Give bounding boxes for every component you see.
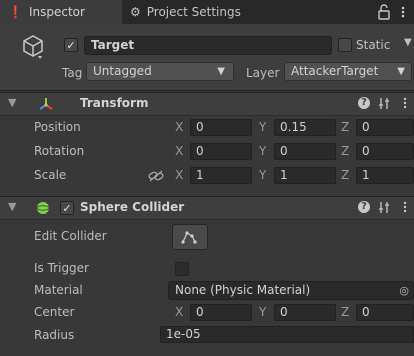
- transform-header[interactable]: ▼ Transform ?: [0, 92, 414, 116]
- tag-label: Tag: [62, 66, 83, 80]
- axis-y-label[interactable]: Y: [259, 305, 266, 319]
- rotation-label[interactable]: Rotation: [34, 144, 84, 158]
- menu-dots-icon[interactable]: [402, 200, 408, 214]
- center-x-field[interactable]: 0: [190, 304, 252, 321]
- position-y-field[interactable]: 0.15: [274, 119, 336, 136]
- transform-scale-row: Scale X 1 Y 1 Z 1: [0, 166, 414, 186]
- center-y-field[interactable]: 0: [274, 304, 336, 321]
- foldout-arrow-icon[interactable]: ▼: [8, 96, 16, 109]
- edit-collider-label: Edit Collider: [34, 229, 107, 243]
- foldout-arrow-icon[interactable]: ▼: [8, 200, 16, 213]
- help-icon[interactable]: ?: [358, 97, 370, 109]
- chevron-down-icon: ▼: [397, 66, 405, 77]
- is-trigger-checkbox[interactable]: [175, 262, 189, 276]
- edit-collider-button[interactable]: [172, 224, 208, 250]
- object-header: ✓ Target Static ▼ Tag Untagged ▼ Layer A…: [0, 24, 414, 91]
- object-name-field[interactable]: Target: [84, 36, 332, 55]
- axis-z-label[interactable]: Z: [341, 144, 349, 158]
- transform-title: Transform: [80, 96, 149, 110]
- axis-z-label[interactable]: Z: [341, 120, 349, 134]
- help-icon[interactable]: ?: [358, 201, 370, 213]
- sphere-collider-title: Sphere Collider: [80, 200, 185, 214]
- gear-icon: ⚙: [130, 5, 141, 19]
- lock-icon[interactable]: [378, 4, 390, 20]
- material-field[interactable]: None (Physic Material) ◎: [168, 281, 414, 300]
- layer-dropdown[interactable]: AttackerTarget ▼: [284, 62, 412, 81]
- axis-y-label[interactable]: Y: [259, 144, 266, 158]
- static-label: Static: [356, 38, 391, 52]
- menu-dots-icon[interactable]: [400, 4, 406, 20]
- axis-y-label[interactable]: Y: [259, 168, 266, 182]
- static-checkbox[interactable]: [338, 38, 352, 52]
- scale-y-field[interactable]: 1: [274, 167, 336, 184]
- sphere-collider-header[interactable]: ▼ ✓ Sphere Collider ?: [0, 196, 414, 220]
- tab-project-settings-label: Project Settings: [146, 5, 241, 19]
- scale-label[interactable]: Scale: [34, 168, 66, 182]
- scale-z-field[interactable]: 1: [356, 167, 414, 184]
- link-icon[interactable]: [148, 169, 164, 183]
- axis-z-label[interactable]: Z: [341, 168, 349, 182]
- sliders-icon[interactable]: [378, 201, 390, 214]
- axis-y-label[interactable]: Y: [259, 120, 266, 134]
- rotation-y-field[interactable]: 0: [274, 143, 336, 160]
- axis-x-label[interactable]: X: [175, 168, 183, 182]
- tag-dropdown[interactable]: Untagged ▼: [86, 62, 234, 81]
- chevron-down-icon: ▼: [217, 66, 225, 77]
- object-name-value: Target: [91, 38, 135, 52]
- center-row: Center X 0 Y 0 Z 0: [0, 303, 414, 323]
- cube-icon: [22, 34, 44, 60]
- axis-x-label[interactable]: X: [175, 120, 183, 134]
- tag-value: Untagged: [93, 64, 152, 78]
- scale-x-field[interactable]: 1: [190, 167, 252, 184]
- material-label: Material: [34, 283, 83, 297]
- center-label[interactable]: Center: [34, 305, 74, 319]
- edit-collider-icon: [181, 231, 197, 244]
- info-icon: ❗: [8, 5, 23, 19]
- radius-field[interactable]: 1e-05: [160, 326, 414, 343]
- object-picker-icon[interactable]: ◎: [399, 282, 409, 299]
- tab-inspector-label: Inspector: [28, 5, 85, 19]
- layer-label: Layer: [246, 66, 280, 80]
- rotation-x-field[interactable]: 0: [190, 143, 252, 160]
- component-enabled-checkbox[interactable]: ✓: [60, 201, 74, 215]
- rotation-z-field[interactable]: 0: [356, 143, 414, 160]
- radius-label[interactable]: Radius: [34, 328, 74, 342]
- position-label[interactable]: Position: [34, 120, 81, 134]
- tab-inspector[interactable]: ❗ Inspector: [0, 0, 122, 24]
- layer-value: AttackerTarget: [291, 64, 379, 78]
- menu-dots-icon[interactable]: [402, 96, 408, 110]
- material-value: None (Physic Material): [175, 283, 311, 297]
- axis-x-label[interactable]: X: [175, 144, 183, 158]
- position-z-field[interactable]: 0: [356, 119, 414, 136]
- active-checkbox[interactable]: ✓: [64, 38, 78, 52]
- axis-x-label[interactable]: X: [175, 305, 183, 319]
- tab-project-settings[interactable]: ⚙ Project Settings: [122, 0, 272, 24]
- sphere-icon: [36, 201, 50, 215]
- transform-rotation-row: Rotation X 0 Y 0 Z 0: [0, 142, 414, 162]
- is-trigger-label: Is Trigger: [34, 261, 89, 275]
- position-x-field[interactable]: 0: [190, 119, 252, 136]
- sliders-icon[interactable]: [378, 97, 390, 110]
- static-dropdown-arrow[interactable]: ▼: [404, 37, 412, 48]
- tab-bar: ❗ Inspector ⚙ Project Settings: [0, 0, 414, 24]
- axis-z-label[interactable]: Z: [341, 305, 349, 319]
- center-z-field[interactable]: 0: [356, 304, 414, 321]
- transform-axes-icon: [38, 96, 54, 112]
- transform-position-row: Position X 0 Y 0.15 Z 0: [0, 118, 414, 138]
